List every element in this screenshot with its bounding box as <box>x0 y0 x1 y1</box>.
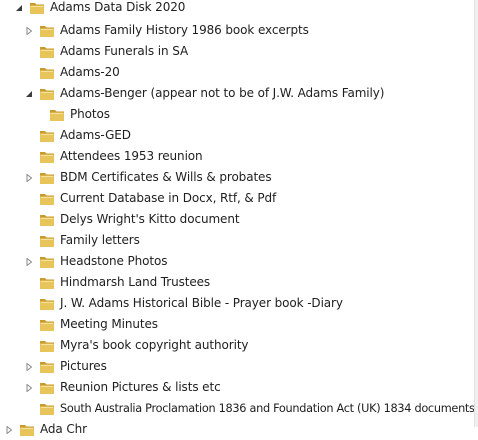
tree-item[interactable]: Attendees 1953 reunion <box>24 146 478 167</box>
tree-item[interactable]: Adams Family History 1986 book excerpts <box>24 20 478 41</box>
folder-icon <box>39 255 55 269</box>
tree-item[interactable]: Family letters <box>24 230 478 251</box>
triangle-expanded-icon[interactable] <box>14 3 24 13</box>
tree-item-label: Adams Funerals in SA <box>60 44 189 58</box>
folder-icon <box>39 129 55 143</box>
triangle-collapsed-icon[interactable] <box>24 362 34 372</box>
tree-item-label: Headstone Photos <box>60 254 168 268</box>
folder-icon <box>39 87 55 101</box>
triangle-expanded-icon[interactable] <box>24 89 34 99</box>
folder-icon <box>39 213 55 227</box>
triangle-collapsed-icon[interactable] <box>24 383 34 393</box>
tree-item-label: Attendees 1953 reunion <box>60 149 203 163</box>
folder-tree: Adams Data Disk 2020 Adams Family Histor… <box>0 0 478 436</box>
folder-icon <box>49 108 65 122</box>
tree-item-label: Adams-Benger (appear not to be of J.W. A… <box>60 86 385 100</box>
tree-item-label: Reunion Pictures & lists etc <box>60 380 221 394</box>
tree-item[interactable]: Adams-Benger (appear not to be of J.W. A… <box>24 83 478 104</box>
tree-item[interactable]: Pictures <box>24 356 478 377</box>
tree-item[interactable]: Hindmarsh Land Trustees <box>24 272 478 293</box>
folder-icon <box>39 171 55 185</box>
folder-icon <box>39 297 55 311</box>
folder-icon <box>39 150 55 164</box>
tree-item[interactable]: BDM Certificates & Wills & probates <box>24 167 478 188</box>
tree-root-item[interactable]: Adams Data Disk 2020 <box>14 0 478 18</box>
tree-item[interactable]: Reunion Pictures & lists etc <box>24 377 478 398</box>
folder-icon <box>39 360 55 374</box>
folder-icon <box>39 45 55 59</box>
tree-item[interactable]: Meeting Minutes <box>24 314 478 335</box>
folder-icon <box>39 24 55 38</box>
folder-icon <box>39 192 55 206</box>
tree-item-label: BDM Certificates & Wills & probates <box>60 170 272 184</box>
vertical-scrollbar[interactable] <box>474 0 478 427</box>
tree-item-label: Hindmarsh Land Trustees <box>60 275 211 289</box>
tree-item[interactable]: Adams Funerals in SA <box>24 41 478 62</box>
tree-item-label: Ada Chr <box>40 422 88 436</box>
tree-item[interactable]: Adams-20 <box>24 62 478 83</box>
triangle-collapsed-icon[interactable] <box>24 257 34 267</box>
tree-item-label: Photos <box>70 107 110 121</box>
tree-item-label: South Australia Proclamation 1836 and Fo… <box>60 402 475 415</box>
tree-item-label: Myra's book copyright authority <box>60 338 249 352</box>
tree-item-label: Adams Data Disk 2020 <box>50 0 186 14</box>
tree-item-label: Delys Wright's Kitto document <box>60 212 240 226</box>
folder-icon <box>19 423 35 437</box>
tree-item[interactable]: Ada Chr <box>4 419 478 440</box>
tree-item[interactable]: J. W. Adams Historical Bible - Prayer bo… <box>24 293 478 314</box>
tree-item[interactable]: Delys Wright's Kitto document <box>24 209 478 230</box>
tree-item-label: Current Database in Docx, Rtf, & Pdf <box>60 191 277 205</box>
tree-item-label: Adams Family History 1986 book excerpts <box>60 23 309 37</box>
tree-item[interactable]: Myra's book copyright authority <box>24 335 478 356</box>
folder-icon <box>39 318 55 332</box>
triangle-collapsed-icon[interactable] <box>24 26 34 36</box>
folder-icon <box>39 66 55 80</box>
folder-icon <box>39 402 55 416</box>
tree-item-label: Family letters <box>60 233 140 247</box>
tree-item-label: Pictures <box>60 359 107 373</box>
tree-item-label: Adams-GED <box>60 128 131 142</box>
folder-icon <box>39 234 55 248</box>
folder-icon <box>39 339 55 353</box>
triangle-collapsed-icon[interactable] <box>4 425 14 435</box>
folder-icon <box>39 276 55 290</box>
tree-item[interactable]: Headstone Photos <box>24 251 478 272</box>
tree-item-label: Adams-20 <box>60 65 120 79</box>
tree-item[interactable]: Photos <box>34 104 478 125</box>
triangle-collapsed-icon[interactable] <box>24 173 34 183</box>
tree-item-label: J. W. Adams Historical Bible - Prayer bo… <box>60 296 343 310</box>
tree-item[interactable]: South Australia Proclamation 1836 and Fo… <box>24 398 475 419</box>
tree-item[interactable]: Current Database in Docx, Rtf, & Pdf <box>24 188 478 209</box>
tree-item[interactable]: Adams-GED <box>24 125 478 146</box>
folder-icon <box>29 1 45 15</box>
folder-icon <box>39 381 55 395</box>
tree-item-label: Meeting Minutes <box>60 317 158 331</box>
